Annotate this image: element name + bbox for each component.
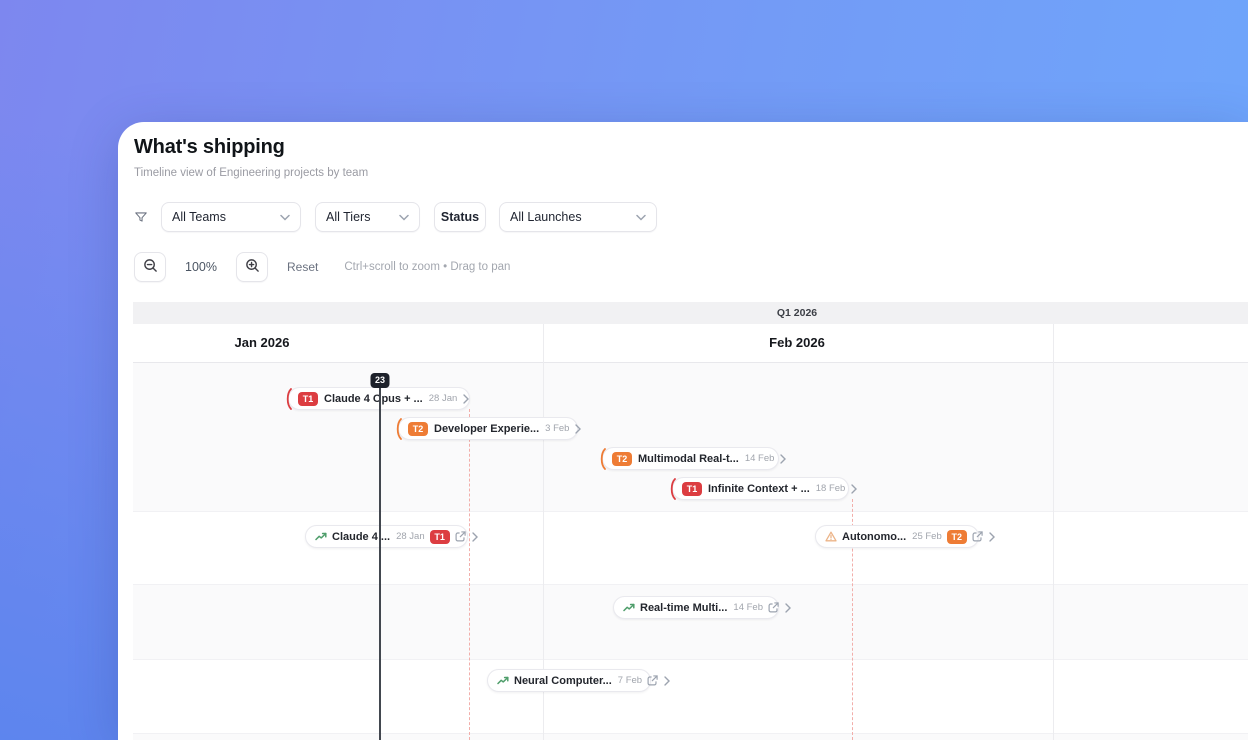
project-date: 3 Feb (545, 423, 570, 434)
launch-date: 7 Feb (617, 675, 643, 686)
project-date: 28 Jan (428, 393, 458, 404)
project-bar[interactable]: T1 Infinite Context + ... 18 Feb (669, 477, 858, 500)
tier-badge: T1 (298, 391, 318, 406)
launch-date: 28 Jan (396, 531, 425, 542)
project-date: 18 Feb (815, 483, 846, 494)
quarter-header-bar: Q1 2026 (133, 302, 1248, 324)
timeline-grid[interactable]: T1 Claude 4 Opus + ... 28 Jan T2 Develop… (133, 363, 1248, 740)
timeline: Q1 2026 Jan 2026 Feb 2026 T1 Claude 4 Op… (133, 302, 1248, 740)
today-marker-badge: 23 (370, 373, 390, 388)
zoom-out-icon (143, 258, 158, 276)
zoom-in-icon (245, 258, 260, 276)
launch-title: Neural Computer... (514, 674, 612, 687)
whats-shipping-panel: What's shipping Timeline view of Enginee… (118, 122, 1248, 740)
tier-badge: T2 (408, 421, 428, 436)
tier-badge: T2 (612, 451, 632, 466)
trending-up-icon (315, 532, 327, 541)
trending-up-icon (623, 603, 635, 612)
launches-filter-value: All Launches (510, 210, 582, 224)
chevron-down-icon (636, 214, 646, 221)
external-link-icon (455, 531, 466, 542)
chevron-right-icon (664, 675, 671, 686)
warning-icon (825, 531, 837, 542)
external-link-icon (768, 602, 779, 613)
zoom-out-button[interactable] (134, 252, 166, 282)
chevron-right-icon (851, 483, 858, 494)
launch-title: Real-time Multi... (640, 601, 728, 614)
trending-up-icon (497, 676, 509, 685)
page-title: What's shipping (134, 136, 285, 158)
launch-date: 25 Feb (912, 531, 942, 542)
chevron-right-icon (575, 423, 582, 434)
project-title: Infinite Context + ... (708, 482, 810, 495)
project-bar[interactable]: T2 Developer Experie... 3 Feb (395, 417, 582, 440)
chevron-right-icon (471, 531, 478, 542)
filter-bar: All Teams All Tiers Status All Launches (134, 202, 671, 232)
tiers-filter-value: All Tiers (326, 210, 371, 224)
launch-pill[interactable]: Claude 4 ... 28 Jan T1 (305, 525, 478, 548)
page-subtitle: Timeline view of Engineering projects by… (134, 167, 369, 179)
project-bar[interactable]: T2 Multimodal Real-t... 14 Feb (599, 447, 787, 470)
project-title: Multimodal Real-t... (638, 452, 739, 465)
zoom-toolbar: 100% Reset Ctrl+scroll to zoom • Drag to… (134, 252, 510, 282)
zoom-in-button[interactable] (236, 252, 268, 282)
external-link-icon (972, 531, 983, 542)
launch-pill[interactable]: Neural Computer... 7 Feb (487, 669, 671, 692)
reset-zoom-button[interactable]: Reset (287, 260, 318, 274)
chevron-right-icon (785, 602, 791, 613)
quarter-label: Q1 2026 (776, 307, 818, 319)
chevron-right-icon (780, 453, 787, 464)
app-background: What's shipping Timeline view of Enginee… (0, 0, 1248, 740)
tier2-bracket-icon (599, 447, 606, 470)
zoom-hint-text: Ctrl+scroll to zoom • Drag to pan (344, 261, 511, 273)
project-title: Developer Experie... (434, 422, 540, 435)
project-title: Claude 4 Opus + ... (324, 392, 423, 405)
tier1-bracket-icon (669, 477, 676, 500)
teams-filter-select[interactable]: All Teams (161, 202, 301, 232)
launch-pill[interactable]: Real-time Multi... 14 Feb (613, 596, 791, 619)
team-lane (133, 659, 1248, 733)
teams-filter-value: All Teams (172, 210, 226, 224)
tier-badge: T2 (946, 529, 967, 544)
tier-badge: T1 (682, 481, 702, 496)
filter-funnel-icon (134, 210, 148, 224)
zoom-level: 100% (185, 260, 217, 274)
project-date: 14 Feb (744, 453, 775, 464)
team-lane (133, 511, 1248, 584)
month-label-feb: Feb 2026 (769, 335, 825, 350)
status-filter-button[interactable]: Status (434, 202, 486, 232)
external-link-icon (647, 675, 658, 686)
month-header-row: Jan 2026 Feb 2026 (133, 324, 1248, 363)
chevron-down-icon (399, 214, 409, 221)
launch-date: 14 Feb (733, 602, 763, 613)
chevron-right-icon (989, 531, 995, 542)
tiers-filter-select[interactable]: All Tiers (315, 202, 420, 232)
tier2-bracket-icon (395, 417, 402, 440)
status-filter-label: Status (440, 210, 480, 224)
today-marker-line (379, 388, 381, 740)
chevron-down-icon (280, 214, 290, 221)
chevron-right-icon (463, 393, 470, 404)
month-label-jan: Jan 2026 (234, 335, 290, 350)
launch-title: Claude 4 ... (332, 530, 391, 543)
tier-badge: T1 (429, 529, 450, 544)
tier1-bracket-icon (285, 387, 292, 410)
launch-title: Autonomo... (842, 530, 907, 543)
launches-filter-select[interactable]: All Launches (499, 202, 657, 232)
launch-pill[interactable]: Autonomo... 25 Feb T2 (815, 525, 995, 548)
team-lane (133, 733, 1248, 740)
